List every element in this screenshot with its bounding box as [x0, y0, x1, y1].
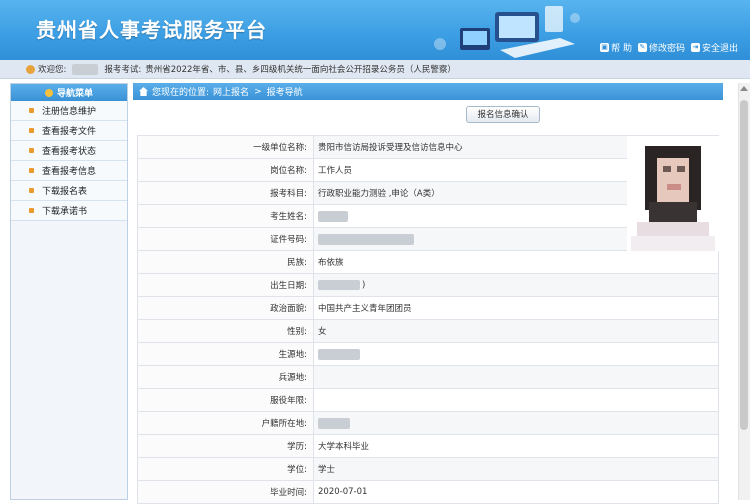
field-label: 学位:	[137, 457, 314, 481]
sidebar-item-label: 下载报名表	[42, 187, 88, 197]
sidebar-item-exam-files[interactable]: 查看报考文件	[11, 121, 127, 141]
header-banner: 贵州省人事考试服务平台 ▣ 帮 助 ✎ 修改密码 ⇥ 安全退出	[0, 0, 750, 60]
table-row: 毕业时间: 2020-07-01	[137, 480, 719, 504]
breadcrumb-level2: 报考导航	[266, 88, 303, 98]
username-redacted	[72, 63, 99, 75]
exam-name: 贵州省2022年省、市、县、乡四级机关统一面向社会公开招录公务员（人民警察）	[145, 65, 456, 75]
field-value: 2020-07-01	[313, 480, 719, 504]
field-value	[313, 388, 719, 412]
field-value: 布依族	[313, 250, 719, 274]
bullet-icon	[29, 148, 34, 153]
breadcrumb-separator: >	[254, 86, 262, 97]
field-value-redacted	[313, 411, 719, 435]
sidebar-item-label: 查看报考信息	[42, 167, 97, 177]
sidebar-item-exam-status[interactable]: 查看报考状态	[11, 141, 127, 161]
change-password-link[interactable]: ✎ 修改密码	[637, 41, 685, 54]
sidebar-header: 导航菜单	[11, 84, 127, 101]
table-row: 生源地:	[137, 342, 719, 366]
bullet-icon	[29, 128, 34, 133]
applicant-photo	[627, 136, 720, 251]
home-icon	[139, 87, 148, 96]
field-label: 一级单位名称:	[137, 135, 314, 159]
redacted-birthdate	[318, 279, 360, 290]
redacted-name	[318, 210, 348, 222]
table-row: 学位: 学士	[137, 457, 719, 481]
sidebar-item-label: 下载承诺书	[42, 207, 88, 217]
change-password-label: 修改密码	[648, 44, 685, 54]
field-label: 性别:	[137, 319, 314, 343]
header-illustration	[434, 6, 580, 58]
help-label: 帮 助	[611, 44, 632, 54]
field-label: 证件号码:	[137, 227, 314, 251]
sidebar-item-label: 查看报考文件	[42, 127, 97, 137]
field-label: 岗位名称:	[137, 158, 314, 182]
field-label: 毕业时间:	[137, 480, 314, 504]
field-value-redacted	[313, 342, 719, 366]
table-row: 民族: 布依族	[137, 250, 719, 274]
bullet-icon	[29, 208, 34, 213]
field-label: 出生日期:	[137, 273, 314, 297]
birthdate-suffix: )	[362, 280, 366, 291]
field-label: 政治面貌:	[137, 296, 314, 320]
sidebar-item-label: 注册信息维护	[42, 107, 97, 117]
redacted-origin	[318, 348, 360, 360]
field-label: 民族:	[137, 250, 314, 274]
field-value	[313, 365, 719, 389]
table-row: 出生日期:)	[137, 273, 719, 297]
sidebar-item-exam-info[interactable]: 查看报考信息	[11, 161, 127, 181]
site-title: 贵州省人事考试服务平台	[36, 18, 267, 42]
welcome-text: 欢迎您:	[38, 65, 67, 75]
field-value: 学士	[313, 457, 719, 481]
field-value: 女	[313, 319, 719, 343]
exam-label: 报考考试:	[104, 65, 142, 75]
exit-icon: ⇥	[690, 43, 700, 52]
field-label: 服役年限:	[137, 388, 314, 412]
sidebar-title: 导航菜单	[56, 89, 93, 99]
logout-label: 安全退出	[701, 44, 738, 54]
page-scrollbar-thumb[interactable]	[740, 100, 748, 430]
field-label: 报考科目:	[137, 181, 314, 205]
field-label: 考生姓名:	[137, 204, 314, 228]
info-bar: 欢迎您: 报考考试: 贵州省2022年省、市、县、乡四级机关统一面向社会公开招录…	[0, 60, 750, 79]
field-value: 中国共产主义青年团团员	[313, 296, 719, 320]
edit-icon: ✎	[637, 43, 647, 52]
breadcrumb-level1[interactable]: 网上报名	[213, 85, 249, 98]
user-icon	[26, 64, 35, 74]
lock-icon: ▣	[600, 43, 610, 52]
field-value: 大学本科毕业	[313, 434, 719, 458]
field-label: 户籍所在地:	[137, 411, 314, 435]
breadcrumb: 您现在的位置: 网上报名 > 报考导航	[133, 83, 723, 100]
sidebar-item-download-form[interactable]: 下载报名表	[11, 181, 127, 201]
bullet-icon	[29, 188, 34, 193]
menu-icon	[44, 88, 53, 97]
sidebar-item-download-pledge[interactable]: 下载承诺书	[11, 201, 127, 221]
redacted-household	[318, 417, 350, 429]
table-row: 性别: 女	[137, 319, 719, 343]
field-label: 兵源地:	[137, 365, 314, 389]
bullet-icon	[29, 168, 34, 173]
field-label: 学历:	[137, 434, 314, 458]
confirm-registration-button[interactable]: 报名信息确认	[466, 105, 540, 123]
table-row: 政治面貌: 中国共产主义青年团团员	[137, 296, 719, 320]
redacted-id-number	[318, 233, 414, 245]
sidebar: 导航菜单 注册信息维护 查看报考文件 查看报考状态 查看报考信息 下载报名表 下…	[10, 83, 128, 500]
breadcrumb-prefix: 您现在的位置:	[152, 88, 210, 98]
table-row: 学历: 大学本科毕业	[137, 434, 719, 458]
field-value-redacted: )	[313, 273, 719, 297]
table-row: 服役年限:	[137, 388, 719, 412]
help-link[interactable]: ▣ 帮 助	[600, 41, 632, 54]
sidebar-item-register-info[interactable]: 注册信息维护	[11, 101, 127, 121]
table-row: 兵源地:	[137, 365, 719, 389]
sidebar-item-label: 查看报考状态	[42, 147, 97, 157]
field-label: 生源地:	[137, 342, 314, 366]
scroll-up-arrow-icon[interactable]	[740, 86, 748, 91]
logout-link[interactable]: ⇥ 安全退出	[690, 41, 738, 54]
table-row: 户籍所在地:	[137, 411, 719, 435]
bullet-icon	[29, 108, 34, 113]
